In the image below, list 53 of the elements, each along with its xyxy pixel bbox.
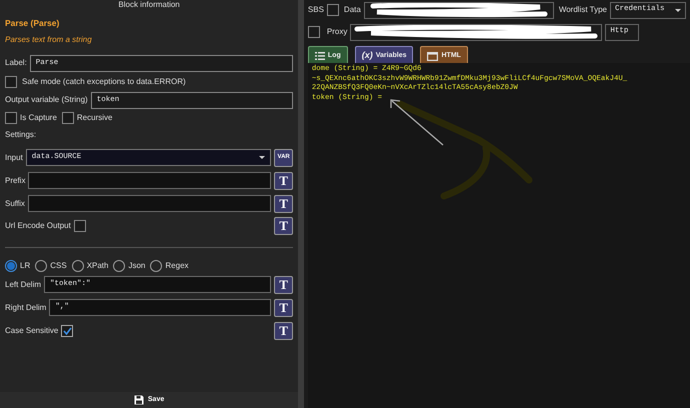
- field-label: Proxy: [326, 26, 348, 38]
- checkbox-label: Is Capture: [20, 112, 57, 124]
- field-label: Case Sensitive: [5, 324, 58, 337]
- radio-button[interactable]: [35, 260, 48, 272]
- radio-button[interactable]: [113, 260, 126, 272]
- radio-label: Regex: [165, 260, 189, 272]
- checkbox[interactable]: [5, 112, 17, 124]
- radio-label: Json: [128, 260, 146, 272]
- radio-label: LR: [20, 260, 30, 272]
- checkbox[interactable]: [308, 26, 320, 38]
- checkbox[interactable]: [326, 4, 339, 16]
- field-label: Left Delim: [5, 278, 42, 291]
- text-mode-button[interactable]: T: [274, 216, 294, 235]
- section-label: Settings:: [5, 128, 38, 141]
- field-label: Prefix: [5, 174, 26, 187]
- field-label: Wordlist Type: [558, 4, 607, 16]
- text-mode-button[interactable]: T: [274, 194, 294, 213]
- checkbox[interactable]: [74, 220, 86, 232]
- field-label: SBS: [308, 4, 324, 16]
- floppy-icon: [134, 395, 144, 405]
- checkbox-label: Recursive: [76, 112, 112, 124]
- list-icon: [314, 51, 325, 61]
- radio-button[interactable]: [150, 260, 162, 272]
- window-icon: [427, 52, 438, 60]
- radio-button[interactable]: [5, 260, 17, 272]
- field-label: Url Encode Output: [5, 220, 71, 232]
- text-mode-button[interactable]: T: [274, 172, 294, 190]
- field-label: Suffix: [5, 198, 25, 210]
- checkbox[interactable]: [62, 112, 74, 124]
- text-mode-button[interactable]: T: [274, 276, 294, 294]
- text-mode-button[interactable]: T: [274, 298, 294, 317]
- radio-label: CSS: [50, 260, 67, 272]
- text-field[interactable]: [28, 195, 272, 212]
- checkbox-label: Safe mode (catch exceptions to data.ERROR): [22, 76, 186, 88]
- block-description: Parses text from a string: [5, 34, 93, 46]
- radio-label: XPath: [86, 260, 108, 272]
- radio-button[interactable]: [72, 260, 84, 272]
- field-label: Right Delim: [5, 302, 46, 314]
- checkbox[interactable]: [61, 324, 74, 337]
- block-name: Parse (Parse): [5, 17, 60, 30]
- data-field[interactable]: [364, 2, 554, 18]
- field-label: Data: [344, 4, 361, 16]
- text-mode-button[interactable]: T: [274, 322, 294, 340]
- panel-title: Block information: [117, 0, 181, 10]
- check-icon: [62, 326, 72, 335]
- variable-icon: (x): [362, 49, 373, 63]
- field-label: Label:: [5, 57, 27, 70]
- field-label: Output variable (String): [5, 94, 88, 106]
- text-field[interactable]: [28, 172, 272, 190]
- checkbox[interactable]: [5, 76, 17, 88]
- field-label: Input: [5, 152, 23, 164]
- annotation-arrow: [390, 99, 444, 146]
- proxy-field[interactable]: [350, 24, 602, 40]
